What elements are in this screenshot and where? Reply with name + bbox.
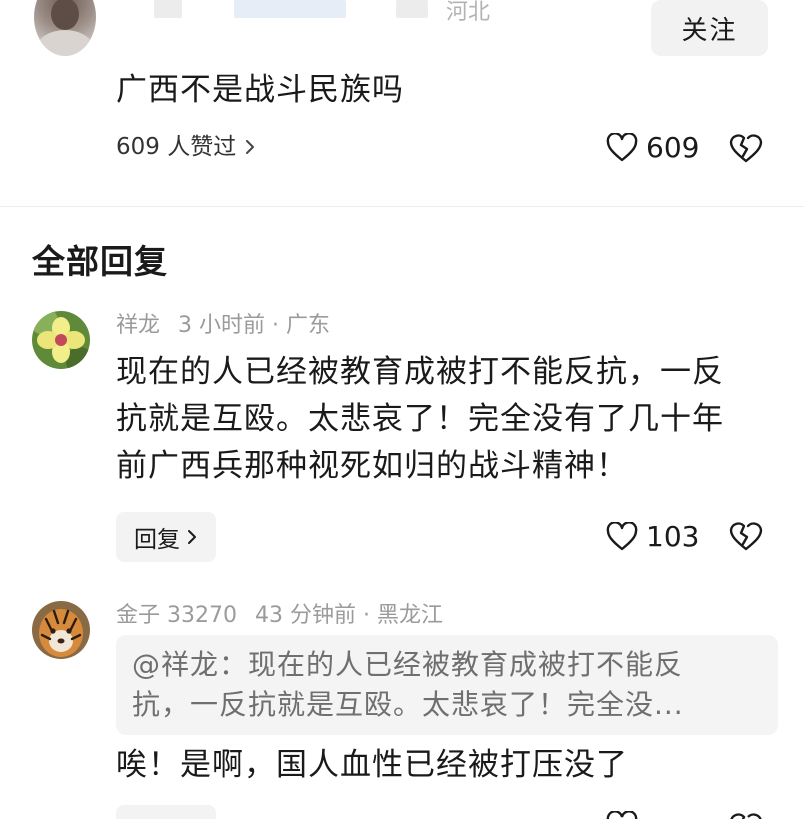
section-title: 全部回复 xyxy=(32,242,168,281)
quote-line: 抗，一反抗就是互殴。太悲哀了！完全没... xyxy=(132,688,684,721)
avatar[interactable] xyxy=(32,311,90,369)
quote-line: @祥龙：现在的人已经被教育成被打不能反 xyxy=(132,648,684,681)
chevron-right-icon xyxy=(186,528,198,546)
reply-username[interactable]: 祥龙 xyxy=(116,313,160,338)
broken-heart-icon xyxy=(729,520,763,552)
reply-text-line: 抗就是互殴。太悲哀了！完全没有了几十年 xyxy=(116,401,724,437)
username-redacted xyxy=(396,0,428,18)
reply-text-line: 前广西兵那种视死如归的战斗精神！ xyxy=(116,448,628,484)
reply-text-line: 现在的人已经被教育成被打不能反抗，一反 xyxy=(116,354,724,390)
reply-region: 黑龙江 xyxy=(376,603,443,628)
reply-button[interactable]: 回复 xyxy=(116,512,216,562)
username-redacted xyxy=(234,0,346,18)
like-count: 609 xyxy=(646,131,700,164)
heart-outline-icon xyxy=(606,133,638,163)
quoted-comment[interactable]: @祥龙：现在的人已经被教育成被打不能反 抗，一反抗就是互殴。太悲哀了！完全没..… xyxy=(116,635,778,735)
like-count: 103 xyxy=(646,520,700,553)
likers-label: 609 人赞过 xyxy=(116,134,237,160)
parent-avatar[interactable] xyxy=(34,0,96,56)
reply-text: 现在的人已经被教育成被打不能反抗，一反 抗就是互殴。太悲哀了！完全没有了几十年 … xyxy=(116,349,724,490)
reply-username[interactable]: 金子 33270 xyxy=(116,603,237,628)
reply-button[interactable] xyxy=(116,805,216,819)
reply-button-label: 回复 xyxy=(134,527,180,553)
follow-button[interactable]: 关注 xyxy=(651,0,768,56)
meta-separator: · xyxy=(362,603,370,628)
chevron-right-icon xyxy=(244,138,256,156)
heart-outline-icon[interactable] xyxy=(606,811,640,819)
reply-like-button[interactable]: 103 xyxy=(606,521,699,553)
username-redacted xyxy=(154,0,182,18)
heart-outline-icon xyxy=(606,522,638,552)
parent-like-button[interactable]: 609 xyxy=(606,132,699,164)
reply-meta: 祥龙 3 小时前 · 广东 xyxy=(116,312,330,340)
reply-text: 唉！是啊，国人血性已经被打压没了 xyxy=(116,747,628,783)
likers-link[interactable]: 609 人赞过 xyxy=(116,132,256,162)
broken-heart-icon[interactable] xyxy=(729,811,763,819)
reply-time: 43 分钟前 xyxy=(254,603,356,628)
dislike-button[interactable] xyxy=(729,132,763,164)
reply-region: 广东 xyxy=(286,313,331,338)
divider xyxy=(0,206,804,207)
parent-comment-text: 广西不是战斗民族吗 xyxy=(116,72,404,108)
parent-region: 河北 xyxy=(446,0,491,25)
avatar[interactable] xyxy=(32,601,90,659)
reply-time: 3 小时前 xyxy=(178,313,266,338)
broken-heart-icon xyxy=(729,132,763,164)
dislike-button[interactable] xyxy=(729,520,763,552)
reply-meta: 金子 33270 43 分钟前 · 黑龙江 xyxy=(116,602,443,630)
meta-separator: · xyxy=(272,313,280,338)
